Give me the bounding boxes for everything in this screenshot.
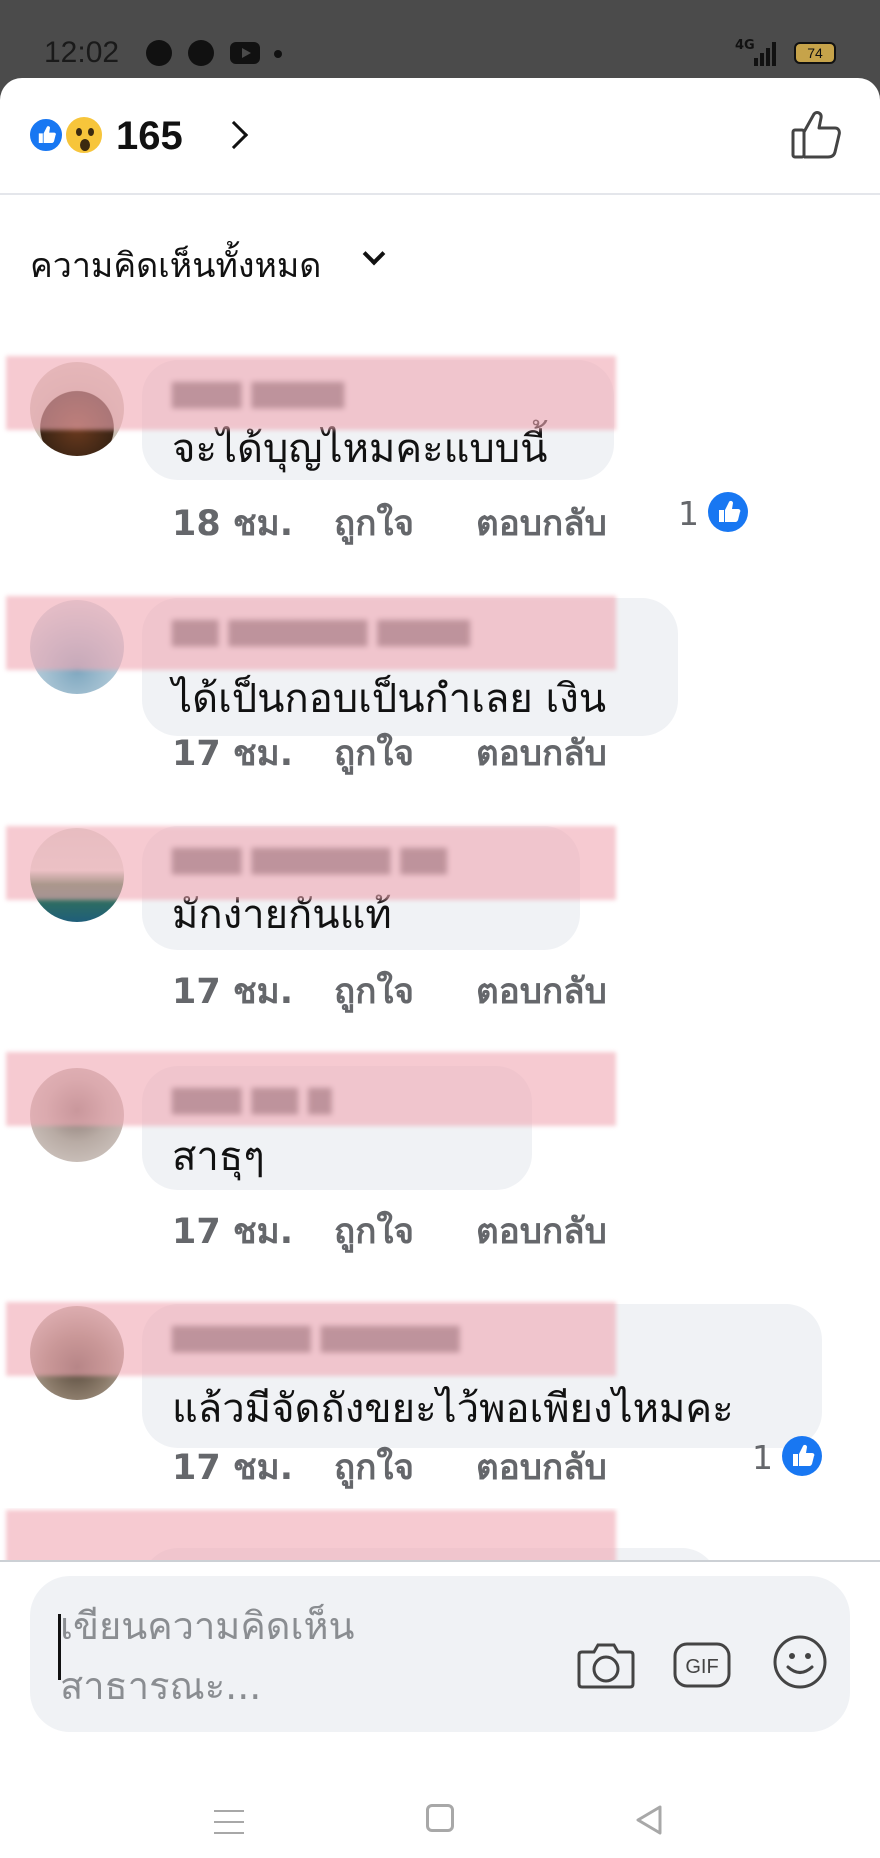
home-icon[interactable] — [426, 1804, 454, 1832]
comment-input-placeholder: เขียนความคิดเห็น สาธารณะ... — [60, 1596, 460, 1716]
like-badge-icon[interactable] — [708, 492, 748, 532]
comment-reaction-count[interactable]: 1 — [752, 1438, 773, 1477]
comment-reaction-count[interactable]: 1 — [678, 494, 699, 533]
system-nav-bar — [0, 1788, 880, 1858]
comment-like-button[interactable]: ถูกใจ — [334, 1204, 414, 1259]
network-type: 4G — [735, 38, 755, 53]
status-bar: 12:02 4G 74 — [0, 0, 880, 78]
comment-text: ได้เป็นกอบเป็นกำเลย เงิน — [172, 676, 607, 722]
wow-reaction-icon[interactable] — [64, 115, 104, 155]
comment-item — [0, 1508, 880, 1560]
comment-time: 18 ชม. — [172, 504, 294, 544]
comment-time: 17 ชม. — [172, 972, 294, 1012]
composer-divider — [0, 1560, 880, 1562]
comment-reply-button[interactable]: ตอบกลับ — [476, 496, 607, 551]
redaction-bar — [6, 826, 616, 900]
messenger-icon — [188, 40, 214, 66]
chevron-right-icon[interactable] — [219, 120, 249, 150]
redaction-bar — [6, 1302, 616, 1376]
gif-label: GIF — [685, 1656, 718, 1678]
comment-reply-button[interactable]: ตอบกลับ — [476, 1440, 607, 1495]
youtube-icon — [230, 42, 260, 64]
recent-apps-icon[interactable] — [214, 1810, 244, 1843]
emoji-icon[interactable] — [772, 1634, 828, 1690]
redaction-bar — [6, 596, 616, 670]
comment-input[interactable]: เขียนความคิดเห็น สาธารณะ... GIF — [30, 1576, 850, 1732]
comment-item: ▆▆▆▆▆▆ ▆▆▆▆▆▆ แล้วมีจัดถังขยะไว้พอเพียงไ… — [0, 1274, 880, 1494]
like-badge-icon[interactable] — [782, 1436, 822, 1476]
comment-reply-button[interactable]: ตอบกลับ — [476, 726, 607, 781]
comments-sheet: 165 ความคิดเห็นทั้งหมด ▆▆▆ ▆▆▆▆ จะได้บุญ… — [0, 78, 880, 1858]
comment-item: ▆▆▆ ▆▆ ▆ สาธุๆ 17 ชม. ถูกใจ ตอบกลับ — [0, 1036, 880, 1256]
chevron-down-icon[interactable] — [362, 242, 386, 266]
comment-like-button[interactable]: ถูกใจ — [334, 496, 414, 551]
like-button-icon[interactable] — [790, 110, 842, 160]
placeholder-line-2: สาธารณะ... — [60, 1664, 262, 1708]
camera-icon[interactable] — [576, 1638, 636, 1690]
sheet-header: 165 — [0, 78, 880, 195]
reaction-count[interactable]: 165 — [116, 114, 183, 159]
notification-dot-icon — [274, 50, 282, 58]
battery-icon: 74 — [794, 42, 836, 64]
redaction-bar — [6, 1052, 616, 1126]
comment-item: ▆▆ ▆▆▆▆▆▆ ▆▆▆▆ ได้เป็นกอบเป็นกำเลย เงิน … — [0, 568, 880, 788]
redaction-bar — [6, 1510, 616, 1560]
comment-filter[interactable]: ความคิดเห็นทั้งหมด — [30, 238, 321, 292]
comment-time: 17 ชม. — [172, 1448, 294, 1488]
comment-like-button[interactable]: ถูกใจ — [334, 1440, 414, 1495]
back-icon[interactable] — [634, 1804, 664, 1836]
comment-time: 17 ชม. — [172, 734, 294, 774]
placeholder-line-1: เขียนความคิดเห็น — [60, 1604, 355, 1648]
comment-text: สาธุๆ — [172, 1134, 265, 1180]
redaction-bar — [6, 356, 616, 430]
comment-item: ▆▆▆ ▆▆▆▆ จะได้บุญไหมคะแบบนี้ 18 ชม. ถูกใ… — [0, 330, 880, 550]
status-time: 12:02 — [44, 36, 120, 69]
like-reaction-icon[interactable] — [28, 117, 64, 153]
comment-reply-button[interactable]: ตอบกลับ — [476, 964, 607, 1019]
signal-icon — [754, 42, 776, 66]
comment-time: 17 ชม. — [172, 1212, 294, 1252]
comment-item: ▆▆▆ ▆▆▆▆▆▆ ▆▆ มักง่ายกันแท้ 17 ชม. ถูกใจ… — [0, 798, 880, 1018]
comment-like-button[interactable]: ถูกใจ — [334, 726, 414, 781]
gif-icon[interactable]: GIF — [672, 1638, 732, 1690]
line-app-icon — [146, 40, 172, 66]
comment-like-button[interactable]: ถูกใจ — [334, 964, 414, 1019]
comment-text: แล้วมีจัดถังขยะไว้พอเพียงไหมคะ — [172, 1386, 734, 1432]
comment-reply-button[interactable]: ตอบกลับ — [476, 1204, 607, 1259]
